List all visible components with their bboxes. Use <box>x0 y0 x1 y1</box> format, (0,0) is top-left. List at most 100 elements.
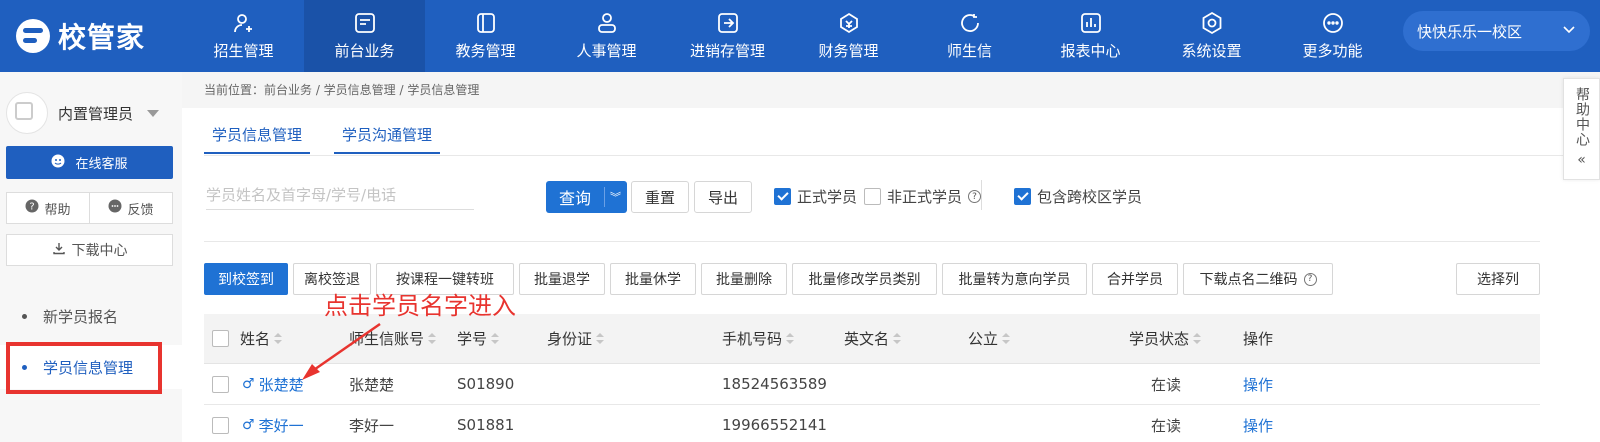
logo[interactable]: 校管家 <box>16 14 145 58</box>
book-icon <box>474 12 498 34</box>
nav-item-frontdesk[interactable]: 前台业务 <box>304 0 425 72</box>
sort-icon <box>893 332 902 345</box>
reset-button[interactable]: 重置 <box>631 181 689 213</box>
feedback-button[interactable]: 反馈 <box>89 193 172 223</box>
online-service-button[interactable]: 在线客服 <box>6 146 173 179</box>
sort-icon <box>786 332 795 345</box>
campus-select[interactable]: 快快乐乐一校区 <box>1403 11 1590 51</box>
row-checkbox[interactable] <box>212 375 229 393</box>
nav-item-more[interactable]: 更多功能 <box>1272 0 1393 72</box>
help-center-panel[interactable]: 帮助中心 « <box>1563 78 1600 180</box>
nav-item-messaging[interactable]: 师生信 <box>909 0 1030 72</box>
header-id-card[interactable]: 身份证 <box>547 314 605 363</box>
row-ops-link[interactable]: 操作 <box>1243 364 1273 404</box>
export-button[interactable]: 导出 <box>694 181 752 213</box>
main-nav: 招生管理 前台业务 教务管理 人事管理 进销存管理 财务管理 师生信 报表中心 <box>183 0 1393 72</box>
sort-icon <box>1193 332 1202 345</box>
filter-label: 非正式学员 <box>887 188 963 206</box>
nav-label: 师生信 <box>946 41 992 60</box>
question-icon[interactable]: ? <box>968 190 982 203</box>
checkbox-checked-icon[interactable] <box>774 188 791 205</box>
nav-item-recruit[interactable]: 招生管理 <box>183 0 304 72</box>
window-icon <box>353 12 377 34</box>
checkbox-checked-icon[interactable] <box>1014 188 1031 205</box>
annotation-arrow-icon <box>302 322 381 380</box>
filter-cross-campus[interactable]: 包含跨校区学员 <box>1014 186 1142 207</box>
row-ops-link[interactable]: 操作 <box>1243 405 1273 442</box>
select-all-checkbox[interactable] <box>212 330 229 347</box>
campus-name: 快快乐乐一校区 <box>1417 22 1523 41</box>
header-student-no[interactable]: 学号 <box>457 314 500 363</box>
top-navbar: 校管家 招生管理 前台业务 教务管理 人事管理 进销存管理 财务管理 师生信 报… <box>0 0 1600 72</box>
table-header: 姓名 师生信账号 学号 身份证 手机号码 英文名 公立 学员状态 操作 <box>204 314 1540 364</box>
tab-student-communication[interactable]: 学员沟通管理 <box>334 116 441 154</box>
online-service-label: 在线客服 <box>75 157 128 172</box>
download-center-button[interactable]: 下载中心 <box>6 234 173 266</box>
nav-label: 教务管理 <box>455 41 516 60</box>
chevron-down-icon <box>1562 22 1576 40</box>
cell-student-no: S01890 <box>457 375 515 393</box>
download-center-label: 下载中心 <box>71 243 128 259</box>
student-name-link[interactable]: ♂ 李好一 <box>242 405 304 442</box>
header-phone[interactable]: 手机号码 <box>722 314 795 363</box>
cell-student-no: S01881 <box>457 416 515 434</box>
filter-label: 包含跨校区学员 <box>1037 188 1143 206</box>
filter-label: 正式学员 <box>797 188 858 206</box>
download-icon <box>52 241 66 259</box>
more-icon <box>1321 12 1345 34</box>
batch-to-intent-button[interactable]: 批量转为意向学员 <box>942 263 1087 295</box>
cell-status: 在读 <box>1151 416 1182 435</box>
header-english-name[interactable]: 英文名 <box>844 314 902 363</box>
section-divider <box>204 241 1540 242</box>
header-ops: 操作 <box>1243 330 1274 348</box>
sort-icon <box>1002 332 1011 345</box>
nav-label: 更多功能 <box>1302 41 1363 60</box>
nav-item-inventory[interactable]: 进销存管理 <box>667 0 788 72</box>
nav-item-academic[interactable]: 教务管理 <box>425 0 546 72</box>
download-qr-button[interactable]: 下载点名二维码 ? <box>1183 263 1333 295</box>
search-input[interactable] <box>206 180 474 210</box>
query-button[interactable]: 查询 ︾ <box>546 181 627 213</box>
batch-delete-button[interactable]: 批量删除 <box>701 263 787 295</box>
select-columns-button[interactable]: 选择列 <box>1456 263 1540 295</box>
merge-students-button[interactable]: 合并学员 <box>1092 263 1178 295</box>
nav-item-hr[interactable]: 人事管理 <box>546 0 667 72</box>
batch-drop-button[interactable]: 批量退学 <box>519 263 605 295</box>
filter-informal-students[interactable]: 非正式学员 ? <box>864 186 982 207</box>
user-name: 内置管理员 <box>58 104 134 123</box>
person-icon <box>595 12 619 34</box>
logo-mark-icon <box>16 19 50 53</box>
chat-dots-icon <box>108 199 122 217</box>
male-icon: ♂ <box>242 417 255 433</box>
transfer-icon <box>716 12 740 34</box>
tab-student-info[interactable]: 学员信息管理 <box>204 116 311 154</box>
checkbox-icon[interactable] <box>864 188 881 205</box>
sort-icon <box>491 332 500 345</box>
table-row: ♂ 李好一 李好一 S01881 19966552141 在读 操作 <box>204 405 1540 442</box>
filter-formal-students[interactable]: 正式学员 <box>774 186 857 207</box>
header-school[interactable]: 公立 <box>968 314 1011 363</box>
user-menu[interactable]: 内置管理员 <box>6 92 160 134</box>
header-name[interactable]: 姓名 <box>240 314 283 363</box>
annotation-highlight-box <box>6 342 162 394</box>
nav-item-reports[interactable]: 报表中心 <box>1030 0 1151 72</box>
sort-icon <box>596 332 605 345</box>
double-chevron-down-icon[interactable]: ︾ <box>604 187 626 207</box>
sidebar-item-new-enrollment[interactable]: 新学员报名 <box>0 294 182 338</box>
batch-modify-type-button[interactable]: 批量修改学员类别 <box>792 263 937 295</box>
collapse-icon[interactable]: « <box>1577 153 1586 168</box>
help-center-label: 帮助中心 <box>1574 87 1590 147</box>
nav-label: 前台业务 <box>334 41 395 60</box>
annotation-text: 点击学员名字进入 <box>324 292 516 320</box>
nav-item-finance[interactable]: 财务管理 <box>788 0 909 72</box>
bullet-icon <box>22 313 27 319</box>
batch-suspend-button[interactable]: 批量休学 <box>610 263 696 295</box>
nav-item-settings[interactable]: 系统设置 <box>1151 0 1272 72</box>
sort-icon <box>428 332 437 345</box>
checkin-button[interactable]: 到校签到 <box>204 263 288 295</box>
tab-divider <box>204 155 1600 156</box>
row-checkbox[interactable] <box>212 416 229 434</box>
header-status[interactable]: 学员状态 <box>1129 314 1202 363</box>
caret-down-icon <box>147 109 160 117</box>
help-button[interactable]: ? 帮助 <box>7 193 89 223</box>
